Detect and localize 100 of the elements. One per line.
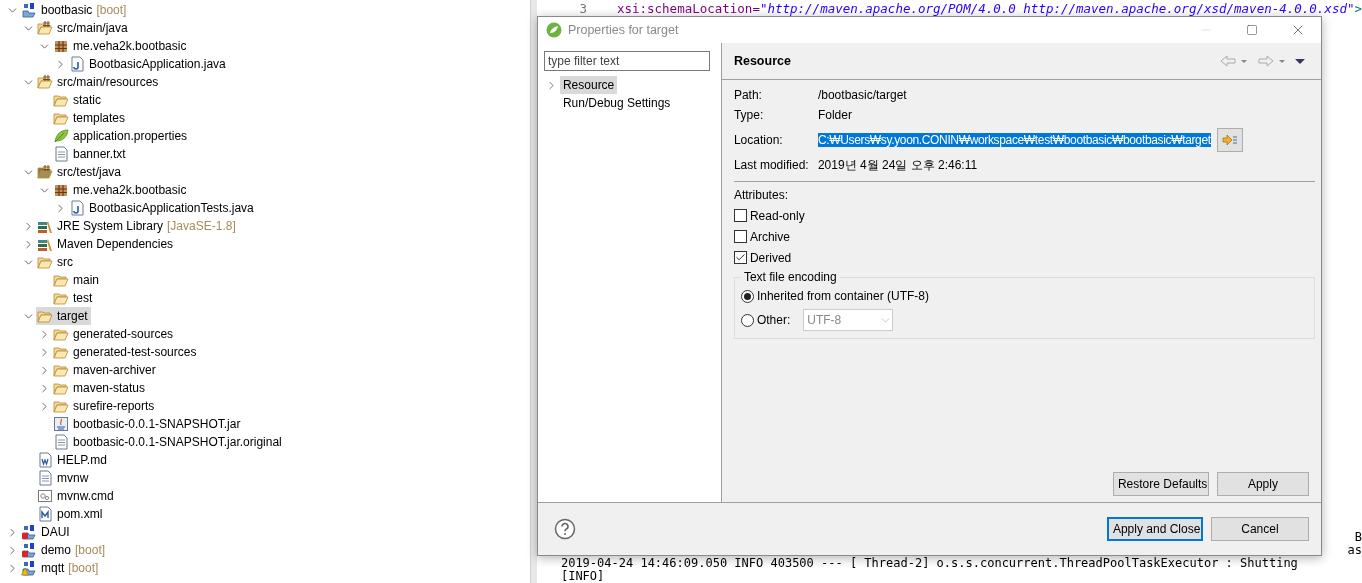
checkbox[interactable] [733,230,747,243]
tree-item[interactable]: mvnw.cmd [36,487,117,505]
source-folder-icon [37,20,53,36]
folder-icon [37,308,53,324]
checkbox-label: Archive [749,228,790,246]
field-value: Folder [817,108,852,122]
show-in-explorer-button[interactable] [1216,128,1243,152]
tree-item[interactable]: banner.txt [52,145,129,163]
text-file-icon [53,434,69,450]
tree-item[interactable]: bootbasic-0.0.1-SNAPSHOT.jar [52,415,244,433]
radio-button[interactable] [740,313,754,327]
folder-icon [53,110,69,126]
tree-item[interactable]: target [36,307,91,325]
project-error-icon [21,524,37,540]
field-label: Type: [733,108,765,122]
window-title: Properties for target [567,23,680,37]
help-icon[interactable] [553,518,576,540]
filter-field[interactable]: type filter text [543,51,710,71]
tree-item[interactable]: maven-status [52,379,149,397]
tree-item[interactable]: bootbasic [boot] [20,1,130,19]
tree-item[interactable]: mqtt [boot] [20,559,102,577]
xml-file-icon [37,506,53,522]
tree-item[interactable]: test [52,289,96,307]
checkbox-label: Read-only [749,207,805,225]
tree-item[interactable]: BootbasicApplicationTests.java [68,199,257,217]
text-file-icon [37,470,53,486]
tree-item[interactable]: main [52,271,102,289]
java-file-icon [69,56,85,72]
attributes-label: Attributes: [733,187,789,204]
tree-item[interactable]: static [52,91,104,109]
field-value: 2019년 4월 24일 오후 2:46:11 [817,156,978,174]
field-label: Path: [733,88,763,102]
tree-item[interactable]: bootbasic-0.0.1-SNAPSHOT.jar.original [52,433,285,451]
folder-icon [53,362,69,378]
tree-item[interactable]: me.veha2k.bootbasic [52,181,190,199]
project-warning-icon [21,560,37,576]
tree-item[interactable]: mvnw [36,469,92,487]
tree-item[interactable]: src [36,253,76,271]
group-title: Text file encoding [742,270,838,284]
dialog-button[interactable]: Cancel [1210,517,1309,541]
maximize-icon [1245,24,1258,36]
radio-button[interactable] [740,289,754,303]
tree-item[interactable]: templates [52,109,129,127]
tree-item[interactable]: demo [boot] [20,541,109,559]
folder-icon [53,398,69,414]
source-folder-icon [37,74,53,90]
code-line: 3 xsi:schemaLocation="http://maven.apache.org/POM/4.0.0 http://maven.apache.org/xsd/maven-4.0.0.xsd"> [578,0,1362,16]
tree-item[interactable]: src/main/java [36,19,131,37]
folder-icon [53,344,69,360]
radio-label: Other: [756,312,791,329]
folder-icon [53,92,69,108]
tree-item[interactable]: application.properties [52,127,191,145]
document-icon [37,452,53,468]
page-button[interactable]: Restore Defaults [1112,472,1209,496]
jar-file-icon [53,416,69,432]
navigation-item[interactable]: Resource [559,76,618,94]
tree-item[interactable]: pom.xml [36,505,106,523]
package-icon [53,38,69,54]
console-text-fragment: as [1347,544,1362,557]
folder-icon [53,290,69,306]
leaf-icon [53,128,69,144]
folder-icon [53,272,69,288]
tree-item[interactable]: maven-archiver [52,361,159,379]
leaf-logo-icon [545,22,562,38]
tree-item[interactable]: surefire-reports [52,397,158,415]
tree-item[interactable]: HELP.md [36,451,110,469]
package-icon [53,182,69,198]
arrow-into-list-icon [1221,134,1238,146]
tree-item[interactable]: DAUI [20,523,73,541]
tree-item[interactable]: BootbasicApplication.java [68,55,229,73]
page-button[interactable]: Apply [1216,472,1309,496]
field-value: /bootbasic/target [817,88,907,102]
navigation-item[interactable]: Run/Debug Settings [559,94,674,112]
source-folder-icon [37,164,53,180]
console-line: [INFO] [560,570,605,583]
project-error-icon [21,542,37,558]
tree-item[interactable]: generated-test-sources [52,343,200,361]
tree-item[interactable]: JRE System Library [JavaSE-1.8] [36,217,239,235]
text-file-icon [53,146,69,162]
page-title: Resource [733,54,792,68]
dialog-button[interactable]: Apply and Close [1106,517,1203,541]
tree-item[interactable]: src/test/java [36,163,125,181]
checkbox[interactable] [733,209,747,222]
checkbox-label: Derived [749,249,792,267]
radio-label: Inherited from container (UTF-8) [756,288,929,305]
java-file-icon [69,200,85,216]
folder-icon [53,326,69,342]
tree-item[interactable]: src/main/resources [36,73,162,91]
console-line: 2019-04-24 14:46:09.050 INFO 403500 --- [ Thread-2] o.s.s.concurrent.ThreadPoolTaskExecutor : Shutting [560,557,1298,570]
script-file-icon [37,488,53,504]
folder-icon [37,254,53,270]
field-label: Last modified: [733,158,810,172]
project-icon [21,2,37,18]
checkbox[interactable] [733,251,747,264]
folder-icon [53,380,69,396]
field-label: Location: [733,133,784,147]
tree-item[interactable]: generated-sources [52,325,177,343]
tree-item[interactable]: me.veha2k.bootbasic [52,37,190,55]
tree-item[interactable]: Maven Dependencies [36,235,177,253]
console-text-fragment: B [1354,531,1362,544]
